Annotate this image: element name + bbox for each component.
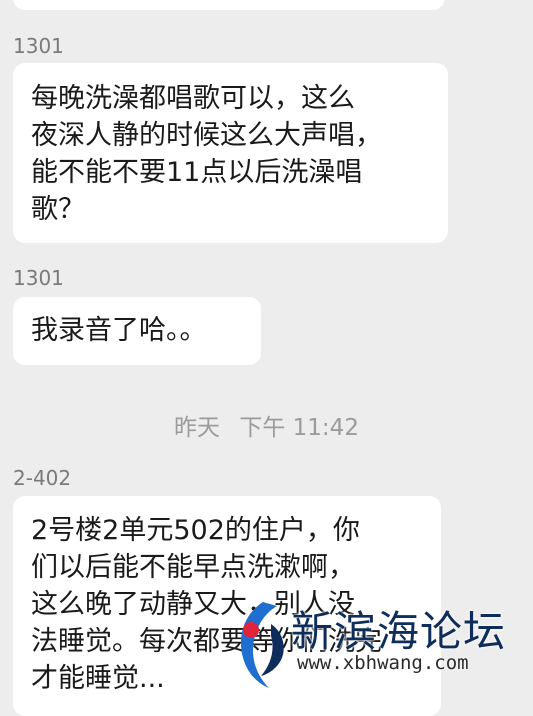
timestamp-time: 下午 11:42 [239, 415, 359, 441]
watermark-url: www.xbhwang.com [297, 652, 469, 674]
sender-name: 1301 [13, 34, 64, 58]
sender-name: 1301 [13, 266, 64, 290]
message-bubble[interactable]: 我录音了哈。。 [13, 297, 261, 365]
timestamp-day: 昨天 [174, 415, 221, 441]
watermark-title: 新滨海论坛 [291, 607, 507, 656]
watermark: 新滨海论坛 www.xbhwang.com [233, 590, 533, 700]
sender-name: 2-402 [13, 466, 72, 490]
message-bubble-partial[interactable] [13, 0, 445, 10]
timestamp: 昨天 下午 11:42 [0, 408, 533, 442]
message-bubble[interactable]: 每晚洗澡都唱歌可以，这么 夜深人静的时候这么大声唱， 能不能不要11点以后洗澡唱… [13, 63, 448, 243]
